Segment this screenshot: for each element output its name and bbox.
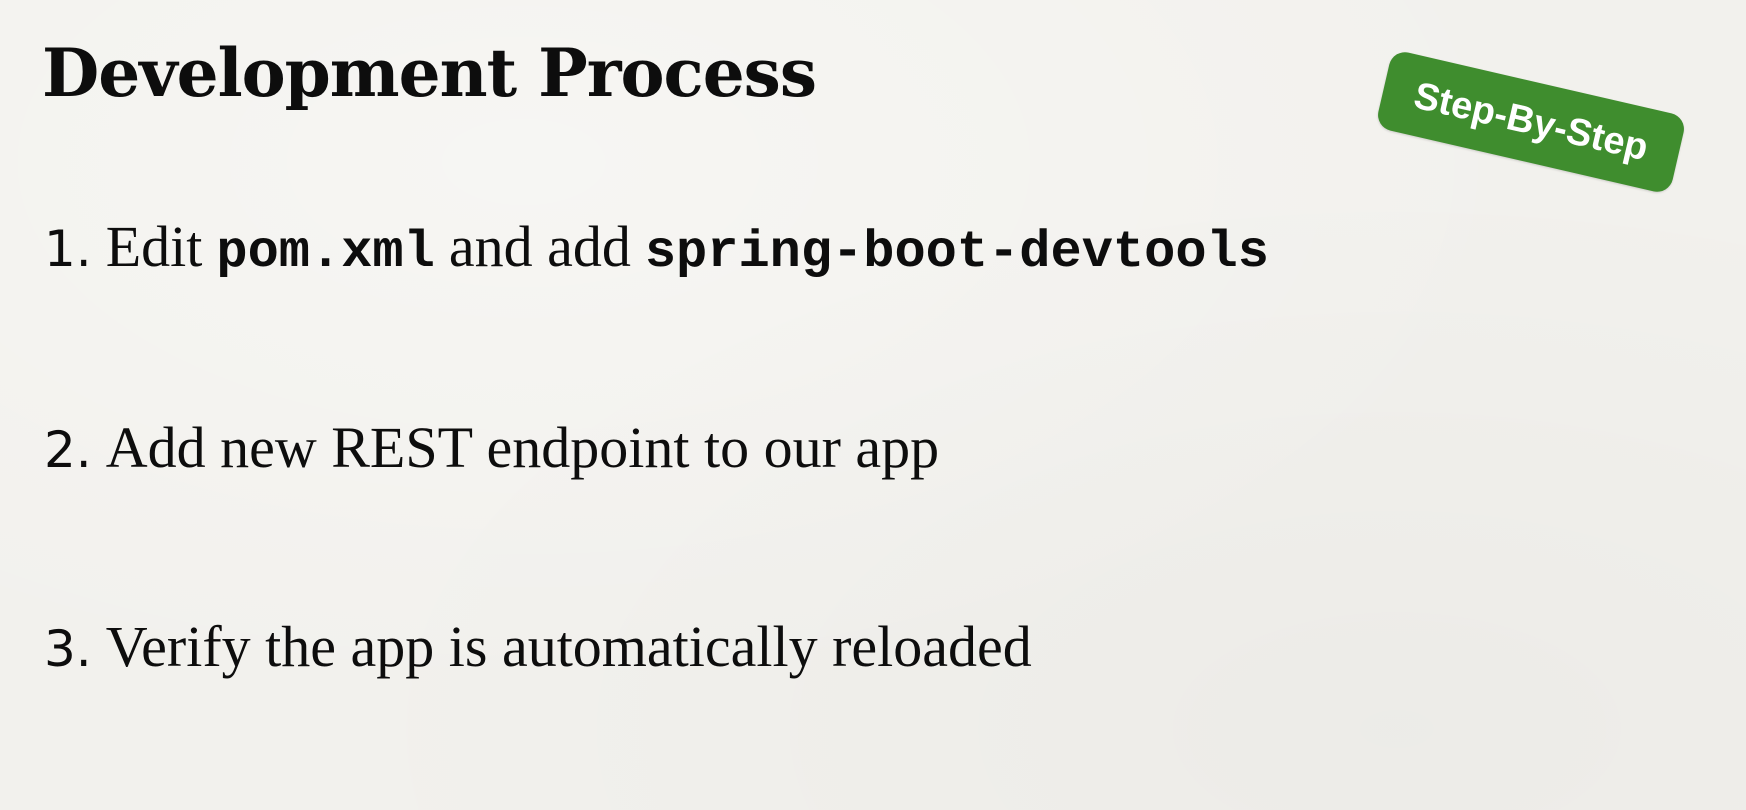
slide: Development Process Step-By-Step 1. Edit… (0, 0, 1746, 810)
step-text: Add new REST endpoint to our app (105, 415, 940, 480)
step-number: 3. (44, 620, 92, 678)
step-by-step-badge: Step-By-Step (1374, 49, 1688, 195)
step-number: 1. (44, 220, 92, 278)
badge-label: Step-By-Step (1410, 74, 1653, 169)
step-item-2: 2. Add new REST endpoint to our app (44, 413, 939, 483)
step-text: Verify the app is automatically reloaded (105, 614, 1032, 679)
step-text: Edit (105, 214, 203, 279)
step-item-1: 1. Edit pom.xml and add spring-boot-devt… (44, 212, 1269, 284)
step-number: 2. (44, 421, 92, 479)
code-spring-boot-devtools: spring-boot-devtools (644, 223, 1269, 282)
code-pom-xml: pom.xml (216, 223, 435, 282)
step-item-3: 3. Verify the app is automatically reloa… (44, 612, 1032, 682)
step-text: and add (448, 214, 631, 279)
slide-title: Development Process (42, 34, 817, 112)
